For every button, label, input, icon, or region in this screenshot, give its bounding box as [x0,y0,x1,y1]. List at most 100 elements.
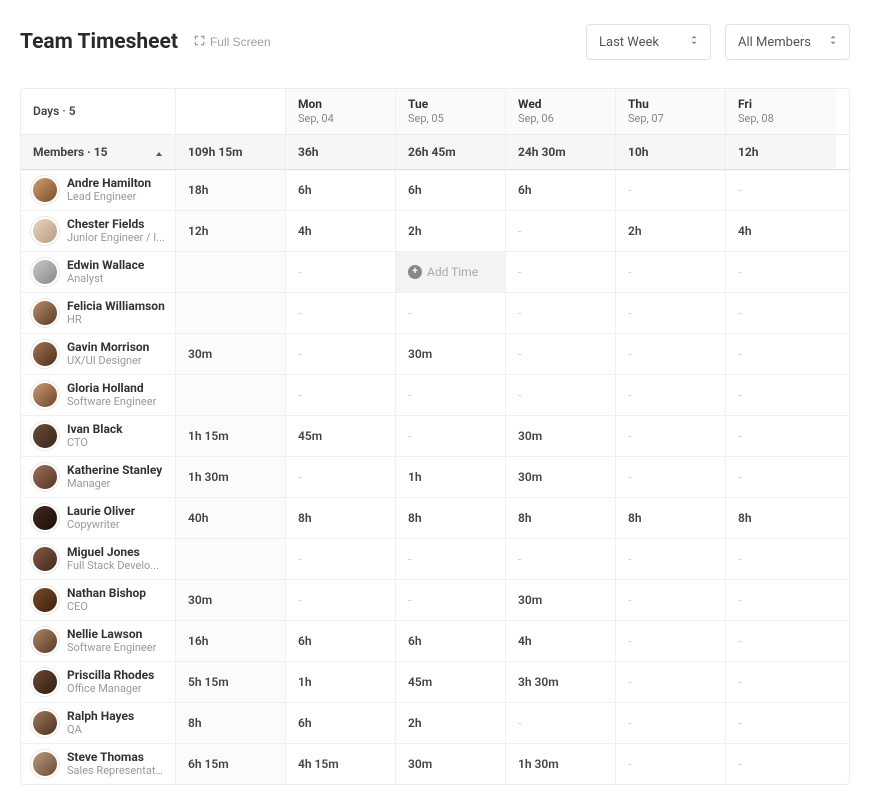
member-cell[interactable]: Chester FieldsJunior Engineer / I... [21,211,176,251]
member-cell[interactable]: Gavin MorrisonUX/UI Designer [21,334,176,374]
hour-cell[interactable]: - [506,252,616,292]
member-cell[interactable]: Ivan BlackCTO [21,416,176,456]
hour-cell[interactable]: - [726,334,836,374]
hour-cell[interactable]: 6h [286,621,396,661]
hour-cell[interactable]: 6h [286,170,396,210]
period-select[interactable]: Last Week [586,24,711,60]
hour-cell[interactable]: 4h 15m [286,744,396,784]
hour-cell[interactable]: - [396,580,506,620]
hour-cell[interactable]: - [616,416,726,456]
hour-cell[interactable]: 8h [616,498,726,538]
hour-cell[interactable]: 1h [286,662,396,702]
member-cell[interactable]: Miguel JonesFull Stack Develo... [21,539,176,579]
hour-cell[interactable]: - [726,539,836,579]
date-label: Sep, 04 [298,112,383,126]
hour-cell[interactable]: 6h [506,170,616,210]
hour-cell[interactable]: - [616,703,726,743]
hour-cell[interactable]: 45m [286,416,396,456]
table-row: Ivan BlackCTO1h 15m45m-30m-- [21,416,849,457]
hour-cell[interactable]: - [396,293,506,333]
hour-cell[interactable]: - [616,252,726,292]
empty-value: - [298,347,301,361]
hour-cell[interactable]: - [616,334,726,374]
hour-cell[interactable]: - [726,744,836,784]
hour-cell[interactable]: 4h [286,211,396,251]
hour-cell[interactable]: - [726,580,836,620]
hour-cell[interactable]: 30m [506,457,616,497]
hour-cell[interactable]: - [286,539,396,579]
hour-cell[interactable]: 6h [286,703,396,743]
hour-cell[interactable]: 4h [506,621,616,661]
hour-cell[interactable]: 1h [396,457,506,497]
member-cell[interactable]: Nathan BishopCEO [21,580,176,620]
hour-cell[interactable]: - [726,375,836,415]
hour-cell[interactable]: 30m [396,744,506,784]
member-cell[interactable]: Laurie OliverCopywriter [21,498,176,538]
hour-cell[interactable]: 8h [286,498,396,538]
hour-cell[interactable]: 4h [726,211,836,251]
hour-cell[interactable]: - [286,252,396,292]
members-count-cell[interactable]: Members · 15 [21,135,176,169]
hour-cell[interactable]: - [616,375,726,415]
hour-cell[interactable]: - [726,252,836,292]
add-time-button[interactable]: +Add Time [408,265,478,279]
day-header: Tue Sep, 05 [396,89,506,134]
hour-cell[interactable]: - [506,293,616,333]
hour-cell[interactable]: - [616,580,726,620]
member-cell[interactable]: Katherine StanleyManager [21,457,176,497]
hour-cell[interactable]: +Add Time [396,252,506,292]
member-cell[interactable]: Steve ThomasSales Representati... [21,744,176,784]
member-cell[interactable]: Gloria HollandSoftware Engineer [21,375,176,415]
hour-cell[interactable]: - [726,662,836,702]
hour-cell[interactable]: 8h [506,498,616,538]
member-cell[interactable]: Priscilla RhodesOffice Manager [21,662,176,702]
hour-cell[interactable]: 2h [616,211,726,251]
hour-cell[interactable]: - [396,539,506,579]
hour-cell[interactable]: - [726,416,836,456]
hour-cell[interactable]: - [726,703,836,743]
hour-cell[interactable]: - [286,457,396,497]
hour-cell[interactable]: - [616,170,726,210]
hour-cell[interactable]: - [506,703,616,743]
hour-cell[interactable]: 2h [396,211,506,251]
hour-cell[interactable]: - [616,621,726,661]
hour-cell[interactable]: 2h [396,703,506,743]
hour-cell[interactable]: - [506,211,616,251]
hour-cell[interactable]: - [396,375,506,415]
hour-cell[interactable]: - [726,621,836,661]
hour-cell[interactable]: - [286,293,396,333]
hour-cell[interactable]: - [616,457,726,497]
member-cell[interactable]: Edwin WallaceAnalyst [21,252,176,292]
hour-cell[interactable]: 45m [396,662,506,702]
hour-cell[interactable]: - [726,457,836,497]
hour-cell[interactable]: 30m [506,416,616,456]
hour-cell[interactable]: - [286,334,396,374]
hour-cell[interactable]: - [616,744,726,784]
hour-cell[interactable]: - [726,170,836,210]
hour-cell[interactable]: - [616,539,726,579]
hour-cell[interactable]: 6h [396,170,506,210]
member-cell[interactable]: Felicia WilliamsonHR [21,293,176,333]
hour-cell[interactable]: - [286,375,396,415]
member-cell[interactable]: Nellie LawsonSoftware Engineer [21,621,176,661]
member-select[interactable]: All Members [725,24,850,60]
hour-cell[interactable]: 8h [396,498,506,538]
hour-cell[interactable]: - [506,539,616,579]
hour-cell[interactable]: 1h 30m [506,744,616,784]
hour-cell[interactable]: 3h 30m [506,662,616,702]
hour-cell[interactable]: - [726,293,836,333]
hour-cell[interactable]: - [616,662,726,702]
hour-cell[interactable]: 30m [506,580,616,620]
member-cell[interactable]: Andre HamiltonLead Engineer [21,170,176,210]
fullscreen-button[interactable]: Full Screen [194,35,271,49]
hour-cell[interactable]: 30m [396,334,506,374]
hour-cell[interactable]: - [616,293,726,333]
hour-cell[interactable]: - [506,375,616,415]
member-cell[interactable]: Ralph HayesQA [21,703,176,743]
hour-cell[interactable]: 8h [726,498,836,538]
hour-cell[interactable]: - [396,416,506,456]
hour-cell[interactable]: - [286,580,396,620]
hour-cell[interactable]: - [506,334,616,374]
member-name: Miguel Jones [67,545,159,559]
hour-cell[interactable]: 6h [396,621,506,661]
